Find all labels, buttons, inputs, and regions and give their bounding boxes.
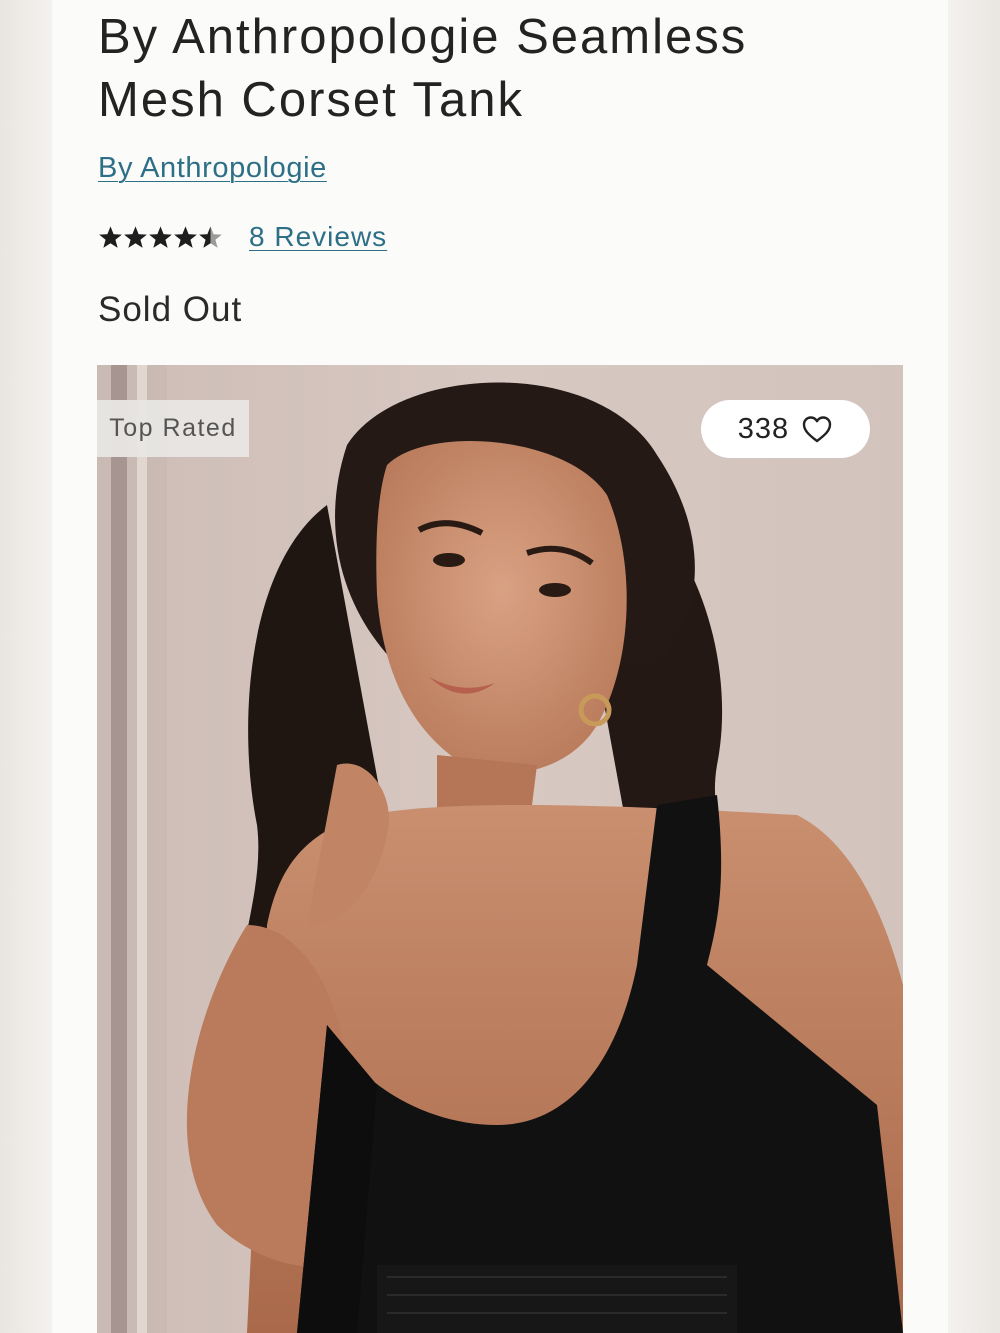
favorite-button[interactable]: 338 [701, 400, 870, 458]
product-image[interactable]: Top Rated 338 [97, 365, 903, 1333]
product-page: By Anthropologie Seamless Mesh Corset Ta… [52, 0, 948, 1333]
heart-outline-icon [802, 416, 832, 443]
star-icon [99, 226, 122, 248]
star-icon [149, 226, 172, 248]
page-margin-right [948, 0, 1000, 1333]
top-rated-badge: Top Rated [97, 400, 249, 457]
page-margin-left [0, 0, 52, 1333]
brand-link[interactable]: By Anthropologie [98, 152, 327, 185]
star-rating[interactable] [98, 225, 223, 250]
star-icon [124, 226, 147, 248]
star-icon [199, 226, 222, 248]
product-title: By Anthropologie Seamless Mesh Corset Ta… [98, 10, 748, 127]
model-photo [97, 365, 903, 1333]
star-icon [174, 226, 197, 248]
reviews-link[interactable]: 8 Reviews [249, 221, 387, 253]
rating-row: 8 Reviews [98, 216, 387, 258]
favorite-count: 338 [737, 412, 790, 445]
availability-status: Sold Out [98, 290, 243, 329]
